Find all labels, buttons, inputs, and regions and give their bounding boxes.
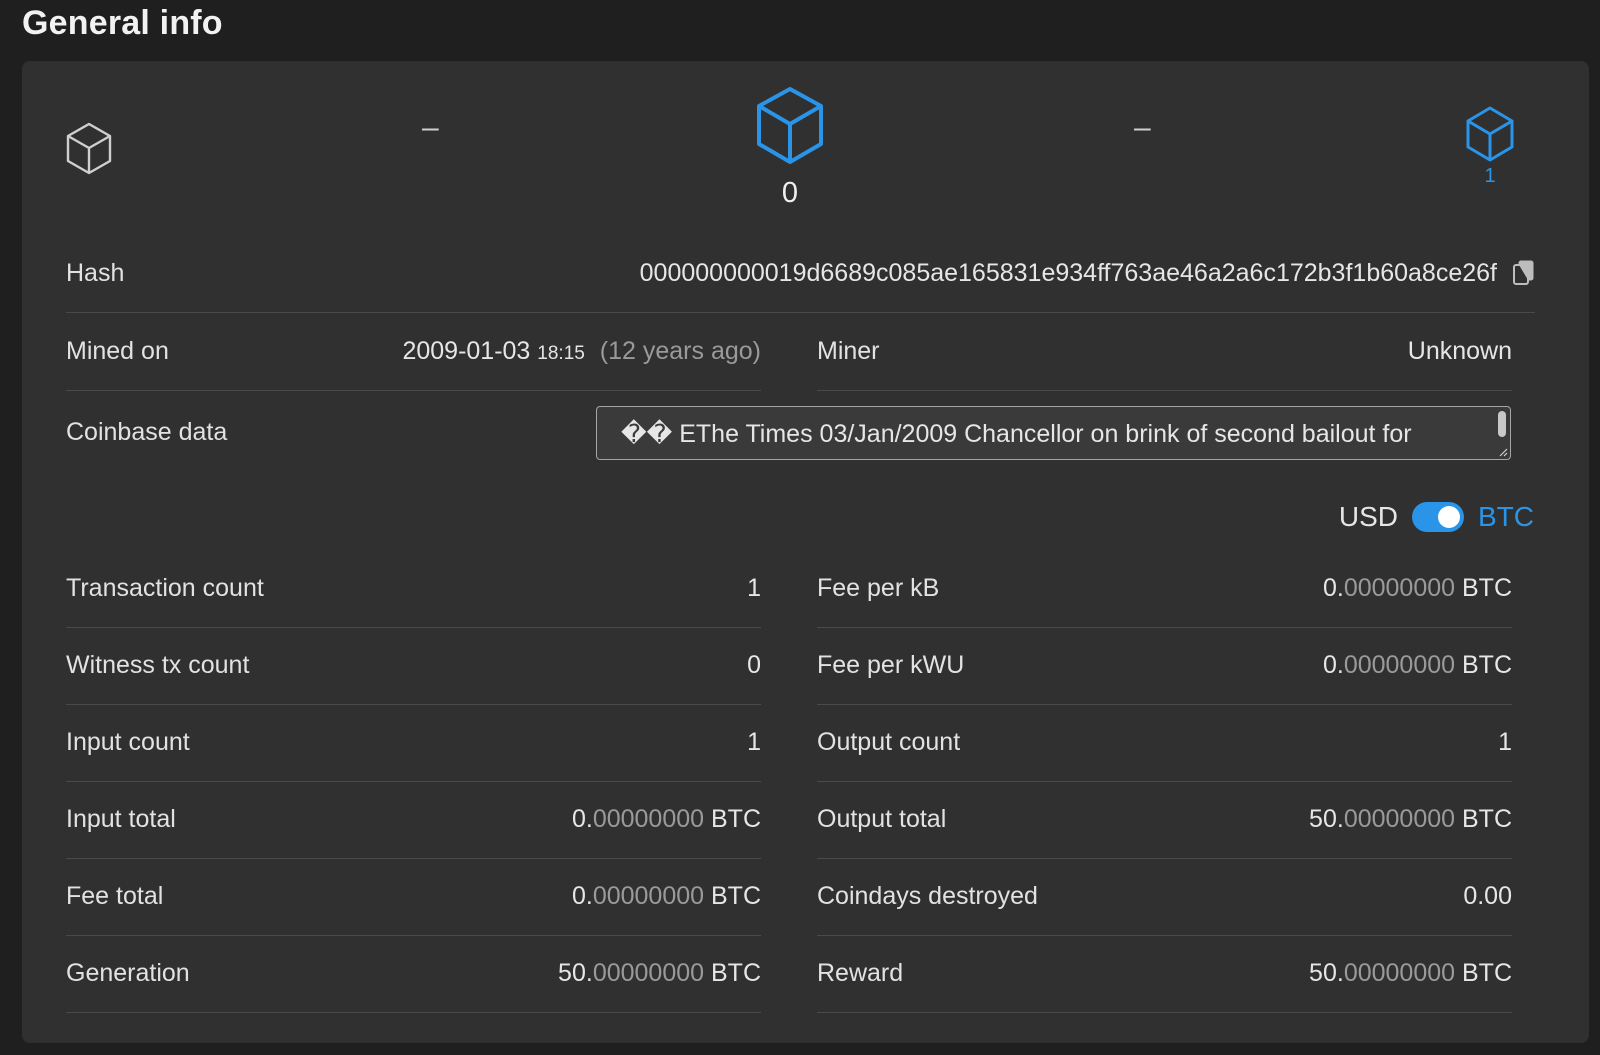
generation-value: 50.00000000 BTC [558,959,761,988]
next-separator: – [1134,111,1151,144]
next-block-button[interactable] [1464,105,1516,168]
miner-row: Miner Unknown [817,312,1512,391]
cube-icon [1466,106,1514,162]
row-label: Generation [66,958,190,987]
toggle-knob [1438,506,1460,528]
input-count-row: Input count 1 [66,703,761,782]
amount-unit: BTC [704,958,761,987]
row-label: Witness tx count [66,650,250,679]
amount-frac: 00000000 [1343,573,1456,602]
reward-row: Reward 50.00000000 BTC [817,934,1512,1013]
coindays-destroyed-row: Coindays destroyed 0.00 [817,857,1512,936]
scrollbar-thumb[interactable] [1498,411,1506,437]
amount-frac: 00000000 [1343,804,1456,833]
copy-icon[interactable] [1513,260,1535,286]
output-total-row: Output total 50.00000000 BTC [817,780,1512,859]
amount-int: 0. [1322,573,1344,602]
miner-label: Miner [817,336,880,365]
coinbase-text: �� EThe Times 03/Jan/2009 Chancellor on … [621,420,1412,448]
mined-on-relative: (12 years ago) [599,336,761,365]
amount-frac: 00000000 [1343,958,1456,987]
mined-on-label: Mined on [66,336,169,365]
fee-total-value: 0.00000000 BTC [572,882,761,911]
row-label: Input count [66,727,190,756]
mined-on-value: 2009-01-03 18:15 (12 years ago) [402,337,761,366]
page-title: General info [22,4,223,42]
amount-unit: BTC [704,881,761,910]
current-block-height: 0 [781,177,799,209]
currency-toggle[interactable] [1412,502,1464,532]
fee-total-row: Fee total 0.00000000 BTC [66,857,761,936]
transaction-count-link[interactable]: 1 [747,574,761,603]
mined-on-time: 18:15 [537,342,585,364]
input-total-value: 0.00000000 BTC [572,805,761,834]
hash-row: Hash 000000000019d6689c085ae165831e934ff… [66,234,1535,313]
row-label: Input total [66,804,176,833]
amount-frac: 00000000 [592,881,705,910]
witness-tx-count-row: Witness tx count 0 [66,626,761,705]
coinbase-textarea[interactable]: �� EThe Times 03/Jan/2009 Chancellor on … [596,406,1511,460]
row-label: Fee per kWU [817,650,965,679]
row-label: Coindays destroyed [817,881,1038,910]
generation-row: Generation 50.00000000 BTC [66,934,761,1013]
input-total-row: Input total 0.00000000 BTC [66,780,761,859]
miner-link[interactable]: Unknown [1408,337,1512,366]
row-label: Output total [817,804,947,833]
mined-on-date: 2009-01-03 [402,336,531,365]
mined-on-row: Mined on 2009-01-03 18:15 (12 years ago) [66,312,761,391]
coinbase-row: Coinbase data �� EThe Times 03/Jan/2009 … [66,406,1535,466]
amount-int: 50. [558,958,593,987]
input-count-link[interactable]: 1 [747,728,761,757]
current-block-indicator [755,85,825,172]
amount-int: 50. [1309,804,1344,833]
prev-separator: – [422,111,439,144]
amount-int: 0. [571,881,593,910]
fee-per-kwu-value: 0.00000000 BTC [1323,651,1512,680]
amount-int: 0. [1322,650,1344,679]
amount-int: 50. [1309,958,1344,987]
witness-tx-count-link[interactable]: 0 [747,651,761,680]
row-label: Fee total [66,881,164,910]
amount-unit: BTC [1455,958,1512,987]
fee-per-kb-row: Fee per kB 0.00000000 BTC [817,549,1512,628]
currency-usd-label[interactable]: USD [1339,501,1398,533]
transaction-count-row: Transaction count 1 [66,549,761,628]
amount-frac: 00000000 [592,958,705,987]
hash-label: Hash [66,258,125,287]
output-count-row: Output count 1 [817,703,1512,782]
amount-unit: BTC [1455,650,1512,679]
row-label: Fee per kB [817,573,940,602]
amount-unit: BTC [704,804,761,833]
amount-int: 0. [571,804,593,833]
currency-toggle-group: USD BTC [1339,501,1534,533]
row-label: Output count [817,727,961,756]
reward-value: 50.00000000 BTC [1309,959,1512,988]
amount-unit: BTC [1455,804,1512,833]
next-block-height[interactable]: 1 [1464,165,1516,188]
output-count-link[interactable]: 1 [1498,728,1512,757]
row-label: Reward [817,958,904,987]
previous-block-button[interactable] [64,121,114,182]
block-navigation: – 0 – 1 [22,61,1589,251]
currency-btc-label[interactable]: BTC [1478,501,1534,533]
coindays-destroyed-value: 0.00 [1463,881,1512,910]
output-total-value: 50.00000000 BTC [1309,805,1512,834]
general-info-card: – 0 – 1 Hash 000000000019d6689c085ae1658… [22,61,1589,1043]
row-label: Transaction count [66,573,264,602]
hash-value: 000000000019d6689c085ae165831e934ff763ae… [639,258,1497,287]
fee-per-kwu-row: Fee per kWU 0.00000000 BTC [817,626,1512,705]
resize-handle-icon[interactable] [1498,447,1508,457]
cube-outline-icon [66,122,112,175]
coinbase-label: Coinbase data [66,418,228,446]
amount-unit: BTC [1455,573,1512,602]
amount-frac: 00000000 [592,804,705,833]
amount-frac: 00000000 [1343,650,1456,679]
cube-icon [757,87,823,164]
fee-per-kb-value: 0.00000000 BTC [1323,574,1512,603]
